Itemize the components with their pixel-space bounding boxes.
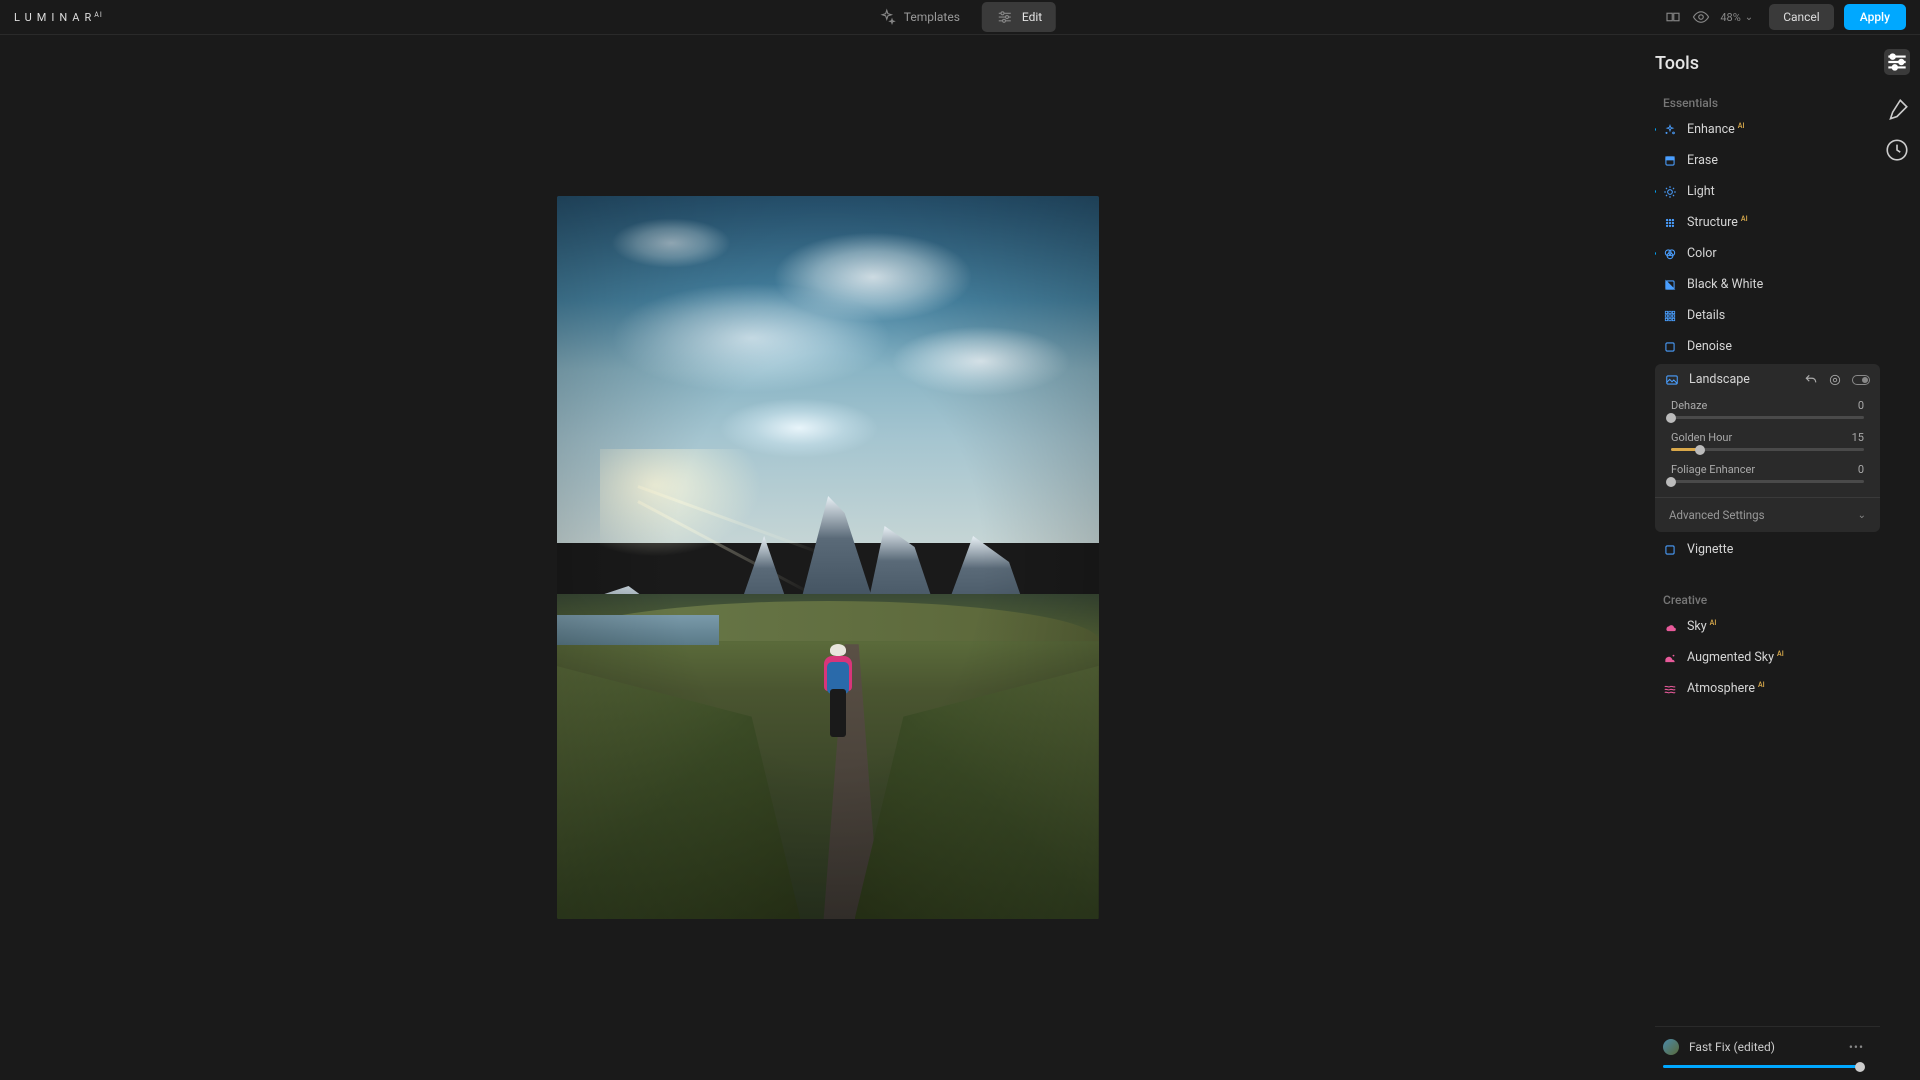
zoom-value: 48% — [1720, 11, 1740, 24]
slider-thumb[interactable] — [1666, 477, 1676, 487]
structure-icon — [1663, 216, 1677, 230]
chevron-down-icon: ⌄ — [1858, 510, 1866, 521]
tools-sidebar: Tools Essentials EnhanceAI Erase Light S… — [1655, 35, 1920, 1080]
tool-list: Essentials EnhanceAI Erase Light Structu… — [1655, 88, 1920, 1026]
slider-label: Golden Hour — [1671, 431, 1732, 444]
advanced-settings-label: Advanced Settings — [1669, 508, 1765, 522]
tool-erase[interactable]: Erase — [1655, 145, 1880, 176]
sliders-icon — [996, 8, 1014, 26]
tool-structure[interactable]: StructureAI — [1655, 207, 1880, 238]
slider-label: Foliage Enhancer — [1671, 463, 1755, 476]
slider-golden-hour[interactable]: Golden Hour 15 — [1655, 427, 1880, 459]
preset-menu-button[interactable]: ••• — [1849, 1040, 1864, 1054]
tool-label: EnhanceAI — [1687, 122, 1744, 137]
tool-label: Vignette — [1687, 542, 1733, 557]
light-icon — [1663, 185, 1677, 199]
landscape-tool-expanded: Landscape Dehaze 0 Golden Hour 15 Foliage … — [1655, 364, 1880, 532]
chevron-down-icon: ⌄ — [1745, 12, 1753, 23]
tool-label: Black & White — [1687, 277, 1763, 292]
tool-label: Color — [1687, 246, 1717, 261]
preset-name: Fast Fix (edited) — [1689, 1040, 1775, 1054]
preview-icon[interactable] — [1692, 8, 1710, 26]
slider-dehaze[interactable]: Dehaze 0 — [1655, 395, 1880, 427]
undo-icon[interactable] — [1804, 373, 1818, 387]
slider-thumb[interactable] — [1855, 1062, 1865, 1072]
tool-label: Denoise — [1687, 339, 1732, 354]
slider-value: 15 — [1852, 431, 1864, 444]
tool-label: SkyAI — [1687, 619, 1716, 634]
main-area: Tools Essentials EnhanceAI Erase Light S… — [0, 35, 1920, 1080]
tool-label: Details — [1687, 308, 1725, 323]
logo-brand: LUMINAR — [14, 11, 96, 24]
slider-value: 0 — [1858, 399, 1864, 412]
edit-tab[interactable]: Edit — [982, 2, 1056, 32]
advanced-settings-row[interactable]: Advanced Settings ⌄ — [1655, 497, 1880, 532]
tool-details[interactable]: Details — [1655, 300, 1880, 331]
landscape-icon — [1665, 373, 1679, 387]
edit-label: Edit — [1022, 10, 1042, 24]
apply-button[interactable]: Apply — [1844, 4, 1906, 30]
slider-track[interactable] — [1671, 480, 1864, 483]
tool-sky[interactable]: SkyAI — [1655, 611, 1880, 642]
topbar-tabs: Templates Edit — [864, 2, 1056, 32]
slider-thumb[interactable] — [1695, 445, 1705, 455]
templates-label: Templates — [904, 10, 960, 24]
denoise-icon — [1663, 340, 1677, 354]
brush-mode-button[interactable] — [1884, 97, 1910, 123]
tool-label: Light — [1687, 184, 1715, 199]
canvas-area[interactable] — [0, 35, 1655, 1080]
sidebar-mode-buttons — [1884, 35, 1912, 163]
tools-title: Tools — [1655, 53, 1920, 88]
slider-thumb[interactable] — [1666, 413, 1676, 423]
templates-tab[interactable]: Templates — [864, 2, 974, 32]
tool-label: Augmented SkyAI — [1687, 650, 1784, 665]
augsky-icon — [1663, 651, 1677, 665]
erase-icon — [1663, 154, 1677, 168]
creative-section-label: Creative — [1655, 585, 1880, 611]
atmosphere-icon — [1663, 682, 1677, 696]
history-mode-button[interactable] — [1884, 137, 1910, 163]
essentials-section-label: Essentials — [1655, 88, 1880, 114]
sparkle-icon — [878, 8, 896, 26]
landscape-header[interactable]: Landscape — [1655, 364, 1880, 395]
tool-atmosphere[interactable]: AtmosphereAI — [1655, 673, 1880, 704]
tool-label: Erase — [1687, 153, 1718, 168]
enhance-icon — [1663, 123, 1677, 137]
slider-track[interactable] — [1671, 448, 1864, 451]
landscape-label: Landscape — [1689, 372, 1750, 387]
slider-foliage-enhancer[interactable]: Foliage Enhancer 0 — [1655, 459, 1880, 491]
landscape-toggle[interactable] — [1852, 375, 1870, 385]
tool-augmented-sky[interactable]: Augmented SkyAI — [1655, 642, 1880, 673]
slider-label: Dehaze — [1671, 399, 1707, 412]
topbar-right: 48% ⌄ Cancel Apply — [1664, 4, 1906, 30]
tool-label: AtmosphereAI — [1687, 681, 1765, 696]
tool-light[interactable]: Light — [1655, 176, 1880, 207]
logo-suffix: AI — [94, 11, 102, 19]
zoom-dropdown[interactable]: 48% ⌄ — [1720, 11, 1753, 24]
tool-enhance[interactable]: EnhanceAI — [1655, 114, 1880, 145]
details-icon — [1663, 309, 1677, 323]
slider-track[interactable] — [1671, 416, 1864, 419]
sky-icon — [1663, 620, 1677, 634]
mask-icon[interactable] — [1828, 373, 1842, 387]
tool-black-white[interactable]: Black & White — [1655, 269, 1880, 300]
color-icon — [1663, 247, 1677, 261]
vignette-icon — [1663, 543, 1677, 557]
tool-color[interactable]: Color — [1655, 238, 1880, 269]
tools-mode-button[interactable] — [1884, 49, 1910, 75]
cancel-button[interactable]: Cancel — [1769, 4, 1834, 30]
topbar: LUMINARAI Templates Edit 48% ⌄ Cancel App… — [0, 0, 1920, 35]
tool-vignette[interactable]: Vignette — [1655, 534, 1880, 565]
preset-amount-slider[interactable] — [1663, 1065, 1864, 1068]
preset-footer: Fast Fix (edited) ••• — [1655, 1026, 1880, 1080]
bw-icon — [1663, 278, 1677, 292]
tool-denoise[interactable]: Denoise — [1655, 331, 1880, 362]
tool-label: StructureAI — [1687, 215, 1748, 230]
app-logo: LUMINARAI — [14, 11, 103, 24]
compare-icon[interactable] — [1664, 8, 1682, 26]
preset-thumbnail — [1663, 1039, 1679, 1055]
slider-value: 0 — [1858, 463, 1864, 476]
photo-preview — [557, 196, 1099, 919]
